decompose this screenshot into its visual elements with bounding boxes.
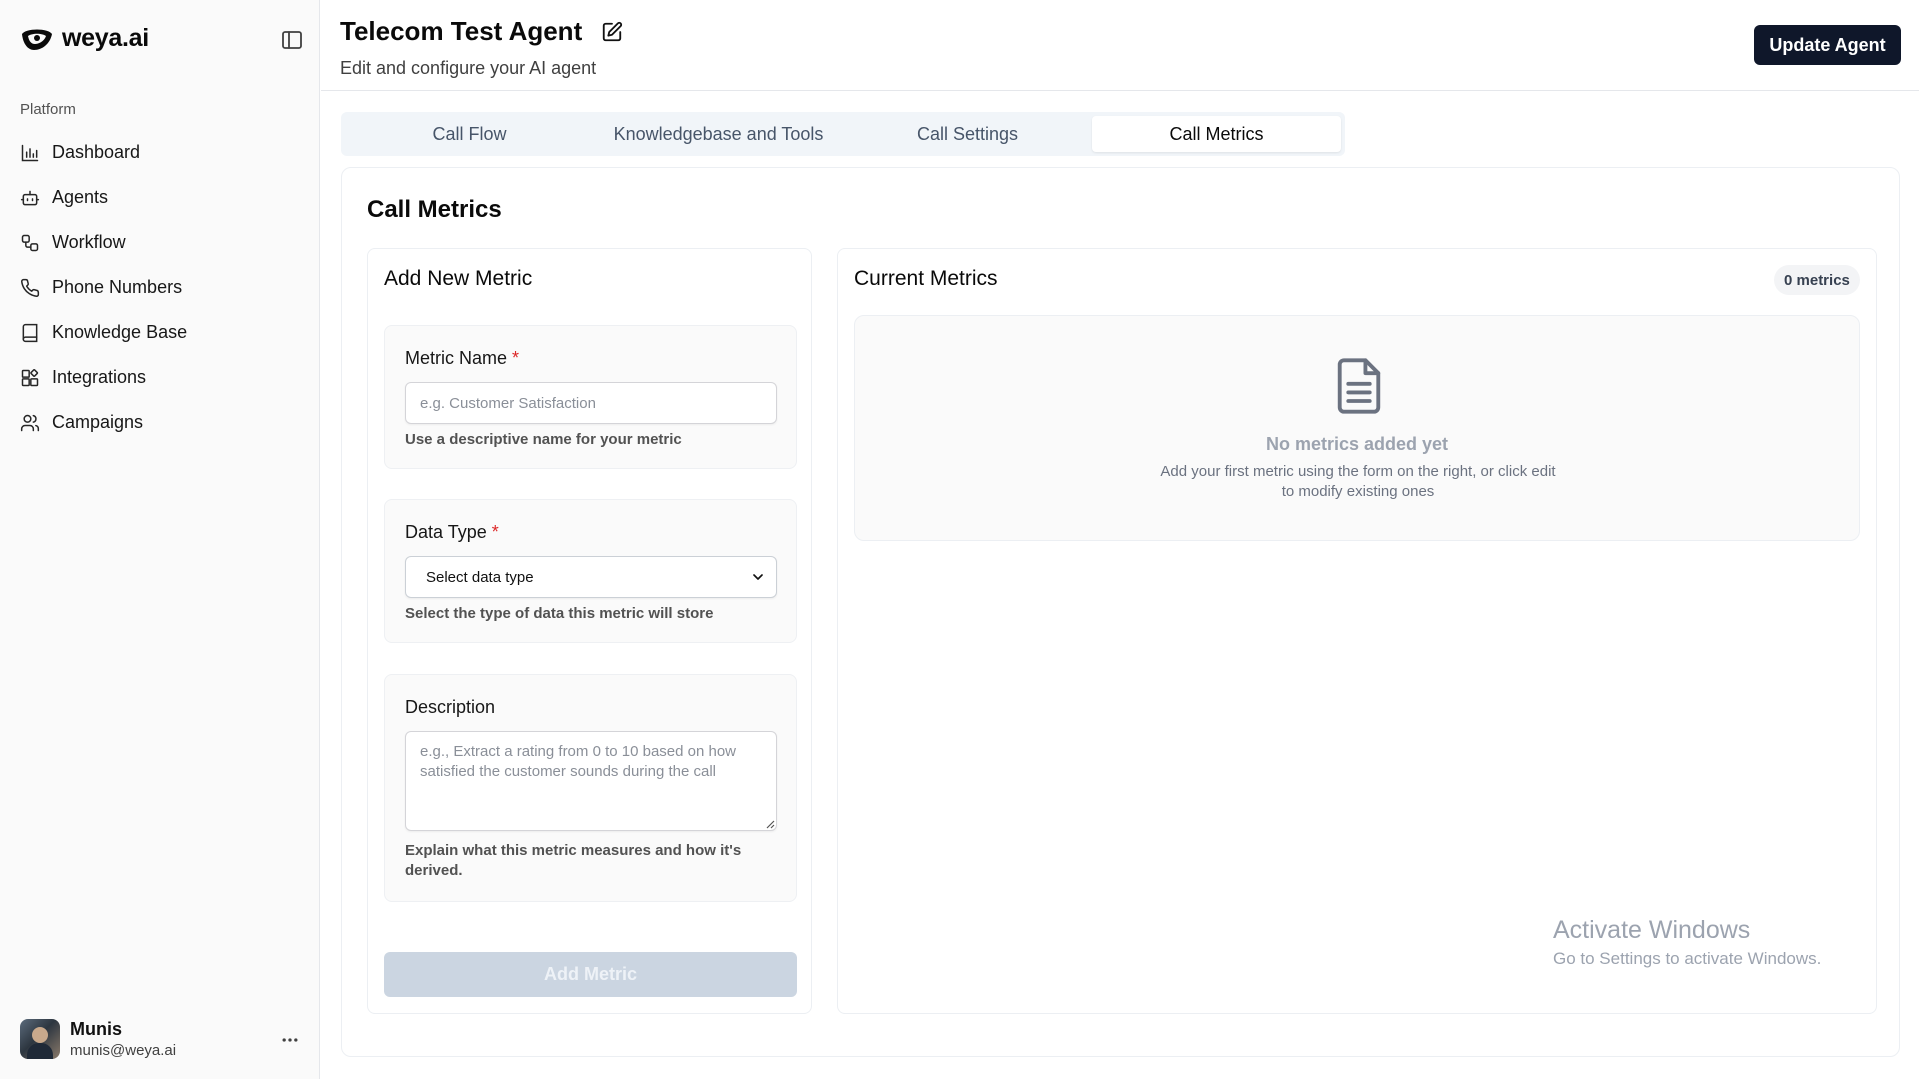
- workflow-icon: [21, 234, 39, 251]
- metric-name-group: Metric Name * Use a descriptive name for…: [384, 325, 797, 469]
- description-group: Description Explain what this metric mea…: [384, 674, 797, 902]
- data-type-label-text: Data Type: [405, 522, 487, 542]
- tab-call-settings[interactable]: Call Settings: [843, 116, 1092, 152]
- section-title: Call Metrics: [367, 196, 502, 223]
- users-icon: [20, 414, 40, 431]
- description-textarea[interactable]: [405, 731, 777, 831]
- sidebar-item-label: Workflow: [52, 232, 126, 252]
- empty-state-description: Add your first metric using the form on …: [1160, 463, 1556, 500]
- watermark-subtitle: Go to Settings to activate Windows.: [1553, 949, 1822, 968]
- sidebar-item-knowledge-base[interactable]: Knowledge Base: [12, 310, 308, 355]
- brand-logo[interactable]: weya.ai: [20, 24, 149, 53]
- description-help: Explain what this metric measures and ho…: [405, 842, 742, 879]
- tab-call-metrics[interactable]: Call Metrics: [1092, 116, 1341, 152]
- sidebar-toggle-icon[interactable]: [280, 28, 304, 52]
- brand-name: weya.ai: [62, 24, 149, 52]
- resize-handle-icon[interactable]: [765, 819, 775, 829]
- sidebar-item-label: Knowledge Base: [52, 322, 188, 342]
- data-type-label: Data Type *: [405, 522, 499, 543]
- data-type-selected-value: Select data type: [426, 568, 534, 586]
- sidebar-item-dashboard[interactable]: Dashboard: [12, 130, 308, 175]
- user-name: Munis: [70, 1019, 122, 1039]
- chevron-down-icon: [753, 574, 763, 580]
- sidebar-item-workflow[interactable]: Workflow: [12, 220, 308, 265]
- edit-icon[interactable]: [601, 21, 623, 43]
- bar-chart-icon: [21, 144, 39, 161]
- data-type-select[interactable]: Select data type: [405, 556, 777, 598]
- tab-list: Call Flow Knowledgebase and Tools Call S…: [341, 112, 1345, 156]
- tab-call-flow[interactable]: Call Flow: [345, 116, 594, 152]
- empty-state: No metrics added yet Add your first metr…: [854, 315, 1860, 541]
- metric-name-help: Use a descriptive name for your metric: [405, 431, 682, 448]
- phone-icon: [21, 278, 40, 297]
- data-type-help: Select the type of data this metric will…: [405, 605, 714, 622]
- sidebar-item-label: Dashboard: [52, 142, 141, 162]
- current-metrics-title: Current Metrics: [854, 267, 998, 290]
- update-agent-button[interactable]: Update Agent: [1754, 25, 1901, 65]
- tab-knowledgebase-and-tools[interactable]: Knowledgebase and Tools: [594, 116, 843, 152]
- sidebar-item-label: Integrations: [52, 367, 147, 387]
- required-marker: *: [491, 522, 499, 542]
- data-type-group: Data Type * Select data type Select the …: [384, 499, 797, 643]
- required-marker: *: [512, 348, 520, 368]
- activate-windows-watermark: Activate Windows Go to Settings to activ…: [1553, 916, 1821, 969]
- add-metric-button[interactable]: Add Metric: [384, 952, 797, 997]
- sidebar-item-agents[interactable]: Agents: [12, 175, 308, 220]
- more-horizontal-icon[interactable]: [280, 1030, 300, 1050]
- page-subtitle: Edit and configure your AI agent: [340, 58, 597, 78]
- bot-icon: [20, 190, 40, 205]
- platform-section-label: Platform: [20, 101, 76, 118]
- form-title: Add New Metric: [384, 267, 533, 290]
- sidebar-item-campaigns[interactable]: Campaigns: [12, 400, 308, 445]
- user-email: munis@weya.ai: [70, 1042, 177, 1059]
- sidebar-item-label: Phone Numbers: [52, 277, 183, 297]
- page-header: Telecom Test Agent Edit and configure yo…: [321, 0, 1919, 91]
- sidebar-item-phone-numbers[interactable]: Phone Numbers: [12, 265, 308, 310]
- user-profile[interactable]: Munis munis@weya.ai: [20, 1019, 176, 1059]
- sidebar: weya.ai Platform Dashboard Agents Workfl…: [0, 0, 320, 1079]
- add-metric-form: Add New Metric Metric Name * Use a descr…: [367, 248, 812, 1014]
- metric-name-label-text: Metric Name: [405, 348, 508, 368]
- blocks-icon: [21, 368, 39, 386]
- page-title: Telecom Test Agent: [340, 16, 583, 46]
- sidebar-nav: Dashboard Agents Workflow Phone Numbers …: [12, 130, 308, 445]
- avatar: [20, 1019, 60, 1059]
- metric-name-input[interactable]: [405, 382, 777, 424]
- description-label: Description: [405, 697, 496, 717]
- sidebar-item-label: Campaigns: [52, 412, 144, 432]
- book-icon: [22, 323, 38, 342]
- file-text-icon: [1337, 358, 1381, 414]
- current-metrics-panel: Current Metrics 0 metrics No metrics add…: [837, 248, 1877, 1014]
- empty-state-title: No metrics added yet: [1265, 434, 1449, 454]
- sidebar-item-integrations[interactable]: Integrations: [12, 355, 308, 400]
- metric-name-label: Metric Name *: [405, 348, 519, 369]
- watermark-title: Activate Windows: [1553, 916, 1751, 944]
- metrics-count-badge: 0 metrics: [1774, 265, 1860, 295]
- weya-logo-icon: [22, 29, 52, 50]
- sidebar-item-label: Agents: [52, 187, 109, 207]
